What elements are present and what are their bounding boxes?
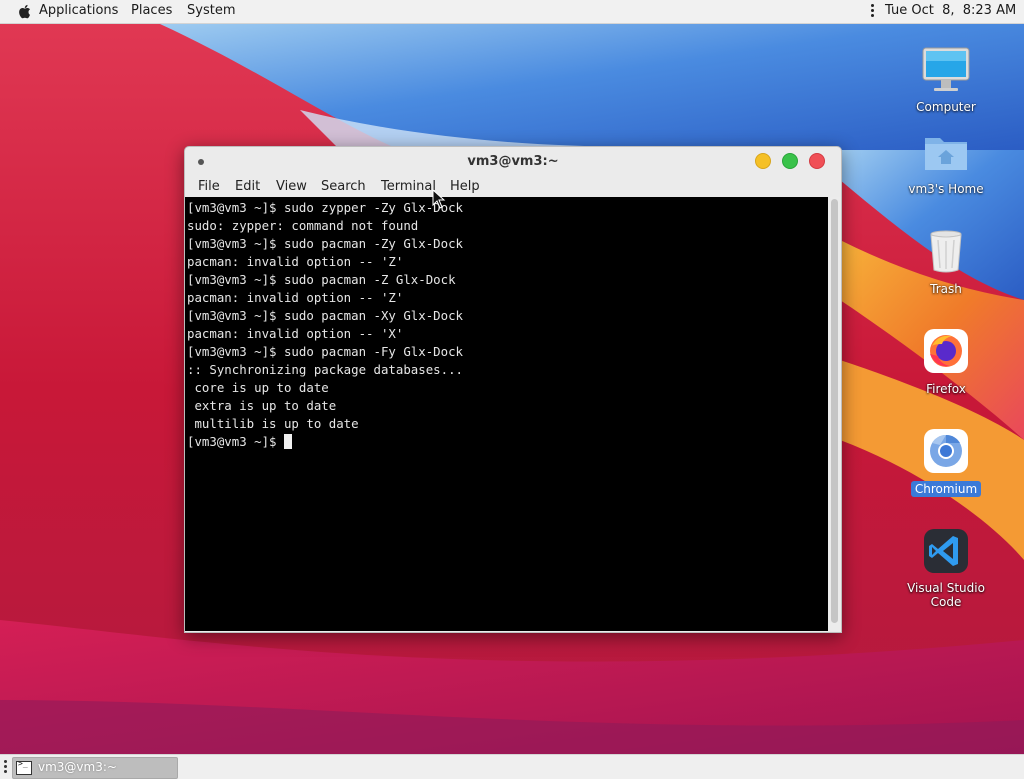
terminal-menubar: File Edit View Search Terminal Help [185, 177, 841, 197]
computer-icon [920, 44, 972, 96]
desktop-icon-label: Visual Studio Code [907, 581, 985, 609]
terminal-line: [vm3@vm3 ~]$ sudo pacman -Fy Glx-Dock [187, 344, 464, 359]
terminal-cursor [283, 434, 292, 449]
terminal-output[interactable]: [vm3@vm3 ~]$ sudo zypper -Zy Glx-Dock su… [185, 197, 828, 631]
desktop-icon-label: Firefox [926, 382, 966, 396]
vscode-icon [920, 526, 972, 578]
chromium-icon [920, 426, 972, 478]
menu-file[interactable]: File [198, 179, 220, 194]
desktop-icon-home[interactable]: vm3's Home [886, 126, 1006, 197]
terminal-line: [vm3@vm3 ~]$ sudo pacman -Zy Glx-Dock [187, 236, 464, 251]
terminal-prompt: [vm3@vm3 ~]$ [187, 434, 284, 449]
panel-clock[interactable]: Tue Oct 8, 8:23 AM [885, 3, 1016, 18]
apple-menu-icon[interactable] [17, 3, 33, 20]
close-button[interactable] [809, 153, 825, 169]
terminal-line: pacman: invalid option -- 'Z' [187, 290, 404, 305]
menu-help[interactable]: Help [450, 179, 480, 194]
menu-terminal[interactable]: Terminal [381, 179, 436, 194]
home-folder-icon [920, 126, 972, 178]
desktop-icon-vscode[interactable]: Visual Studio Code [886, 526, 1006, 610]
minimize-button[interactable] [755, 153, 771, 169]
terminal-line: multilib is up to date [187, 416, 359, 431]
trash-icon [920, 226, 972, 278]
desktop-icon-chromium[interactable]: Chromium [886, 426, 1006, 497]
desktop-icon-firefox[interactable]: Firefox [886, 326, 1006, 397]
window-titlebar[interactable]: vm3@vm3:~ [185, 147, 841, 177]
desktop-icon-label: Trash [930, 282, 962, 296]
terminal-scrollbar[interactable] [828, 197, 841, 631]
terminal-icon [16, 759, 32, 775]
panel-options-icon[interactable] [871, 4, 875, 19]
terminal-line: extra is up to date [187, 398, 337, 413]
desktop-icon-trash[interactable]: Trash [886, 226, 1006, 297]
top-panel: Applications Places System Tue Oct 8, 8:… [0, 0, 1024, 24]
taskbar-item-terminal[interactable]: vm3@vm3:~ [12, 757, 178, 779]
menu-search[interactable]: Search [321, 179, 366, 194]
menu-edit[interactable]: Edit [235, 179, 260, 194]
mouse-pointer-icon [432, 189, 446, 209]
terminal-line: core is up to date [187, 380, 329, 395]
desktop-icon-label: Chromium [910, 481, 982, 497]
terminal-line: sudo: zypper: command not found [187, 218, 419, 233]
terminal-text: [vm3@vm3 ~]$ sudo zypper -Zy Glx-Dock su… [187, 199, 463, 451]
panel-handle-icon[interactable] [4, 760, 8, 775]
desktop-icon-label: vm3's Home [908, 182, 984, 196]
menu-places[interactable]: Places [131, 3, 172, 18]
terminal-line: :: Synchronizing package databases... [187, 362, 464, 377]
menu-applications[interactable]: Applications [39, 3, 118, 18]
desktop-icon-computer[interactable]: Computer [886, 44, 1006, 115]
bottom-panel: vm3@vm3:~ [0, 754, 1024, 779]
menu-system[interactable]: System [187, 3, 235, 18]
taskbar-item-label: vm3@vm3:~ [38, 760, 117, 774]
terminal-line: [vm3@vm3 ~]$ sudo zypper -Zy Glx-Dock [187, 200, 464, 215]
menu-view[interactable]: View [276, 179, 307, 194]
window-title: vm3@vm3:~ [467, 154, 559, 169]
terminal-line: [vm3@vm3 ~]$ sudo pacman -Xy Glx-Dock [187, 308, 464, 323]
terminal-window[interactable]: vm3@vm3:~ File Edit View Search Terminal… [184, 146, 842, 633]
terminal-line: pacman: invalid option -- 'Z' [187, 254, 404, 269]
terminal-line: [vm3@vm3 ~]$ sudo pacman -Z Glx-Dock [187, 272, 456, 287]
terminal-line: pacman: invalid option -- 'X' [187, 326, 404, 341]
maximize-button[interactable] [782, 153, 798, 169]
scrollbar-thumb[interactable] [831, 199, 838, 623]
desktop-icon-label: Computer [916, 100, 976, 114]
firefox-icon [920, 326, 972, 378]
